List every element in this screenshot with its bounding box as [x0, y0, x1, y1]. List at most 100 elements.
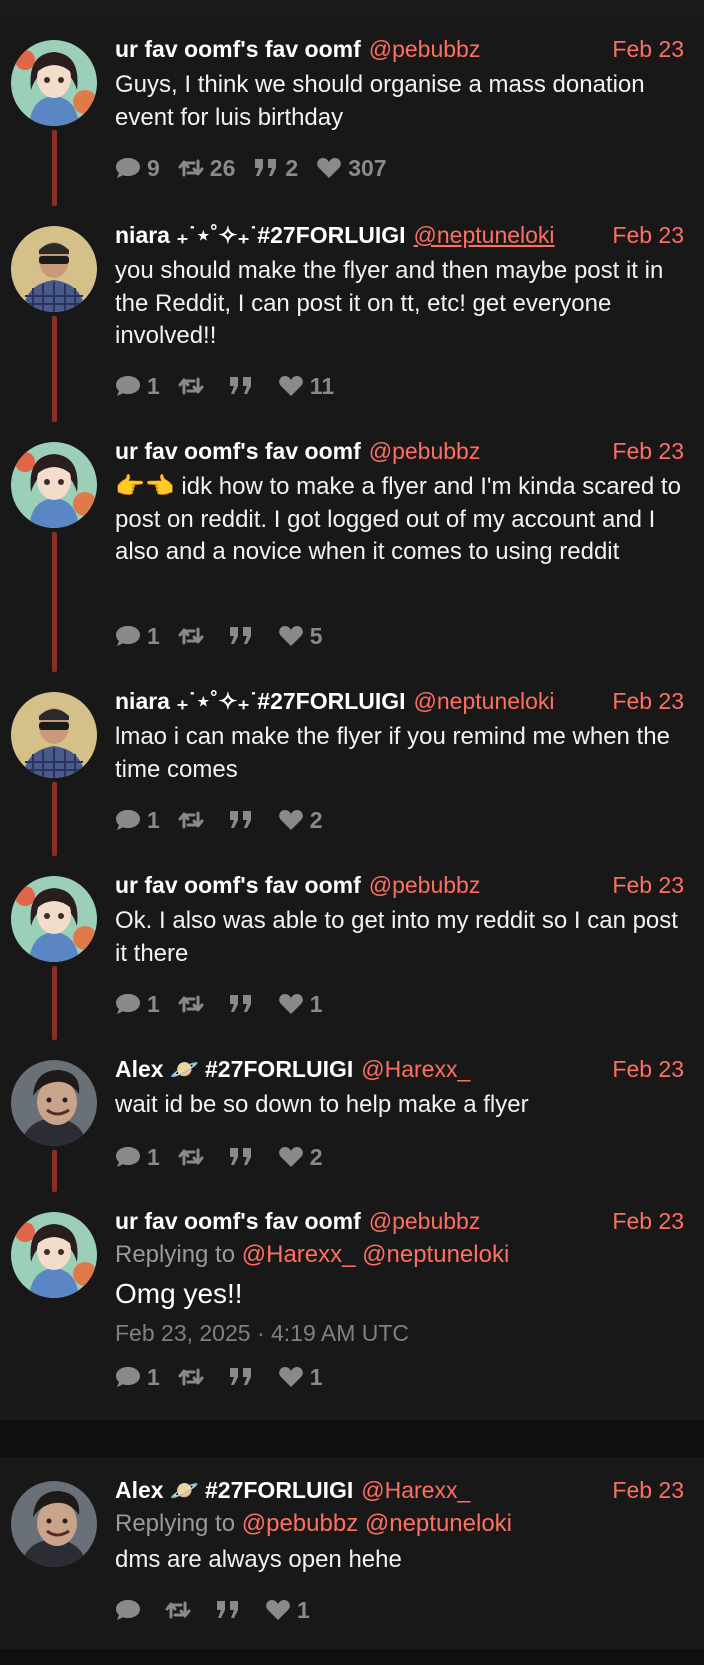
quote-stat[interactable] — [215, 1599, 247, 1621]
display-name[interactable]: Alex 🪐 #27FORLUIGI — [115, 1477, 353, 1503]
retweet-stat[interactable]: 26 — [178, 155, 235, 182]
display-name[interactable]: niara ₊˙⋆˚✧₊˙#27FORLUIGI — [115, 688, 406, 714]
display-name[interactable]: ur fav oomf's fav oomf — [115, 36, 361, 62]
reply-tweet[interactable]: Alex 🪐 #27FORLUIGI @Harexx_ Feb 23 Replyi… — [0, 1457, 704, 1649]
smiling-guy-avatar-icon — [11, 1060, 97, 1146]
retweet-icon — [178, 995, 204, 1013]
quote-icon — [229, 995, 251, 1012]
comment-stat[interactable]: 1 — [115, 373, 160, 400]
display-name[interactable]: ur fav oomf's fav oomf — [115, 438, 361, 464]
handle[interactable]: @Harexx_ — [361, 1477, 470, 1503]
like-stat[interactable]: 1 — [278, 1364, 323, 1391]
quote-stat[interactable] — [228, 1366, 260, 1388]
tweet-date[interactable]: Feb 23 — [612, 1056, 684, 1083]
comment-stat[interactable]: 1 — [115, 623, 160, 650]
replying-to: Replying to @pebubbz @neptuneloki — [115, 1510, 512, 1538]
tweet-date[interactable]: Feb 23 — [612, 688, 684, 715]
quote-stat[interactable] — [228, 809, 260, 831]
tweet-date[interactable]: Feb 23 — [612, 222, 684, 249]
avatar[interactable] — [11, 442, 97, 528]
avatar[interactable] — [11, 1481, 97, 1567]
main-tweet[interactable]: ur fav oomf's fav oomf @pebubbz Feb 23 Re… — [0, 1192, 704, 1420]
like-count: 307 — [348, 154, 387, 181]
tweet-date[interactable]: Feb 23 — [612, 36, 684, 63]
avatar[interactable] — [11, 1212, 97, 1298]
tweet-timestamp[interactable]: Feb 23, 2025 · 4:19 AM UTC — [115, 1320, 409, 1347]
comment-stat[interactable] — [115, 1599, 147, 1621]
thread-tweet[interactable]: ur fav oomf's fav oomf @pebubbz Feb 23 👉👈… — [0, 422, 704, 672]
thread-connector-line — [52, 130, 57, 206]
replying-prefix: Replying to — [115, 1510, 236, 1537]
handle[interactable]: @neptuneloki — [414, 222, 555, 248]
comment-stat[interactable]: 1 — [115, 807, 160, 834]
comment-count: 1 — [147, 990, 160, 1017]
display-name[interactable]: ur fav oomf's fav oomf — [115, 1208, 361, 1234]
thread-tweet[interactable]: ur fav oomf's fav oomf @pebubbz Feb 23 Ok… — [0, 856, 704, 1040]
retweet-stat[interactable] — [178, 1366, 210, 1388]
comment-count: 1 — [147, 1363, 160, 1390]
like-count: 2 — [309, 806, 323, 833]
like-stat[interactable]: 1 — [278, 991, 323, 1018]
tweet-text: lmao i can make the flyer if you remind … — [115, 723, 670, 783]
quote-stat[interactable] — [228, 1146, 260, 1168]
display-name[interactable]: Alex 🪐 #27FORLUIGI — [115, 1056, 353, 1082]
like-stat[interactable]: 307 — [316, 154, 387, 182]
handle[interactable]: @neptuneloki — [414, 688, 555, 714]
heart-icon — [278, 994, 303, 1014]
tweet-header: ur fav oomf's fav oomf @pebubbz Feb 23 — [115, 438, 684, 468]
avatar[interactable] — [11, 692, 97, 778]
handle[interactable]: @pebubbz — [369, 872, 481, 898]
thread-tweet[interactable]: ur fav oomf's fav oomf @pebubbz Feb 23 Gu… — [0, 16, 704, 206]
tweet-date[interactable]: Feb 23 — [612, 1208, 684, 1235]
avatar[interactable] — [11, 226, 97, 312]
tweet-date[interactable]: Feb 23 — [612, 1477, 684, 1504]
tweet-date[interactable]: Feb 23 — [612, 438, 684, 465]
quote-stat[interactable] — [228, 625, 260, 647]
thread-tweet[interactable]: Alex 🪐 #27FORLUIGI @Harexx_ Feb 23 wait i… — [0, 1040, 704, 1192]
like-stat[interactable]: 2 — [278, 1144, 323, 1171]
thread-tweet[interactable]: niara ₊˙⋆˚✧₊˙#27FORLUIGI @neptuneloki Feb… — [0, 672, 704, 856]
tweet-header: ur fav oomf's fav oomf @pebubbz Feb 23 — [115, 1208, 684, 1238]
quote-stat[interactable] — [228, 993, 260, 1015]
thread-connector-line — [52, 782, 57, 856]
heart-icon — [278, 1147, 303, 1167]
tweet-stats: 1 2 — [115, 1142, 341, 1172]
tweet-text: wait id be so down to help make a flyer — [115, 1091, 529, 1118]
retweet-stat[interactable] — [178, 809, 210, 831]
quote-stat[interactable]: 2 — [253, 155, 298, 182]
display-name[interactable]: ur fav oomf's fav oomf — [115, 872, 361, 898]
handle[interactable]: @pebubbz — [369, 36, 481, 62]
avatar[interactable] — [11, 40, 97, 126]
tweet-header: ur fav oomf's fav oomf @pebubbz Feb 23 — [115, 872, 684, 902]
comment-stat[interactable]: 1 — [115, 991, 160, 1018]
like-stat[interactable]: 11 — [278, 373, 334, 400]
handle[interactable]: @pebubbz — [369, 438, 481, 464]
like-stat[interactable]: 5 — [278, 623, 323, 650]
comment-stat[interactable]: 1 — [115, 1144, 160, 1171]
comment-icon — [116, 1367, 140, 1387]
like-stat[interactable]: 1 — [265, 1597, 310, 1624]
comment-stat[interactable]: 1 — [115, 1364, 160, 1391]
man-plaid-shirt-avatar-icon — [11, 692, 97, 778]
tweet-text: dms are always open hehe — [115, 1546, 402, 1573]
handle[interactable]: @pebubbz — [369, 1208, 481, 1234]
like-stat[interactable]: 2 — [278, 807, 323, 834]
comment-stat[interactable]: 9 — [115, 155, 160, 182]
reply-mentions[interactable]: @pebubbz @neptuneloki — [242, 1510, 512, 1537]
tweet-date[interactable]: Feb 23 — [612, 872, 684, 899]
retweet-stat[interactable] — [178, 625, 210, 647]
tweet-stats: 1 1 — [115, 1362, 341, 1392]
retweet-stat[interactable] — [178, 1146, 210, 1168]
comment-icon — [116, 626, 140, 646]
handle[interactable]: @Harexx_ — [361, 1056, 470, 1082]
avatar[interactable] — [11, 876, 97, 962]
retweet-stat[interactable] — [178, 375, 210, 397]
thread-tweet[interactable]: niara ₊˙⋆˚✧₊˙#27FORLUIGI @neptuneloki Feb… — [0, 206, 704, 422]
retweet-stat[interactable] — [178, 993, 210, 1015]
reply-mentions[interactable]: @Harexx_ @neptuneloki — [242, 1241, 510, 1268]
quote-stat[interactable] — [228, 375, 260, 397]
display-name[interactable]: niara ₊˙⋆˚✧₊˙#27FORLUIGI — [115, 222, 406, 248]
heart-icon — [278, 626, 303, 646]
retweet-stat[interactable] — [165, 1599, 197, 1621]
avatar[interactable] — [11, 1060, 97, 1146]
